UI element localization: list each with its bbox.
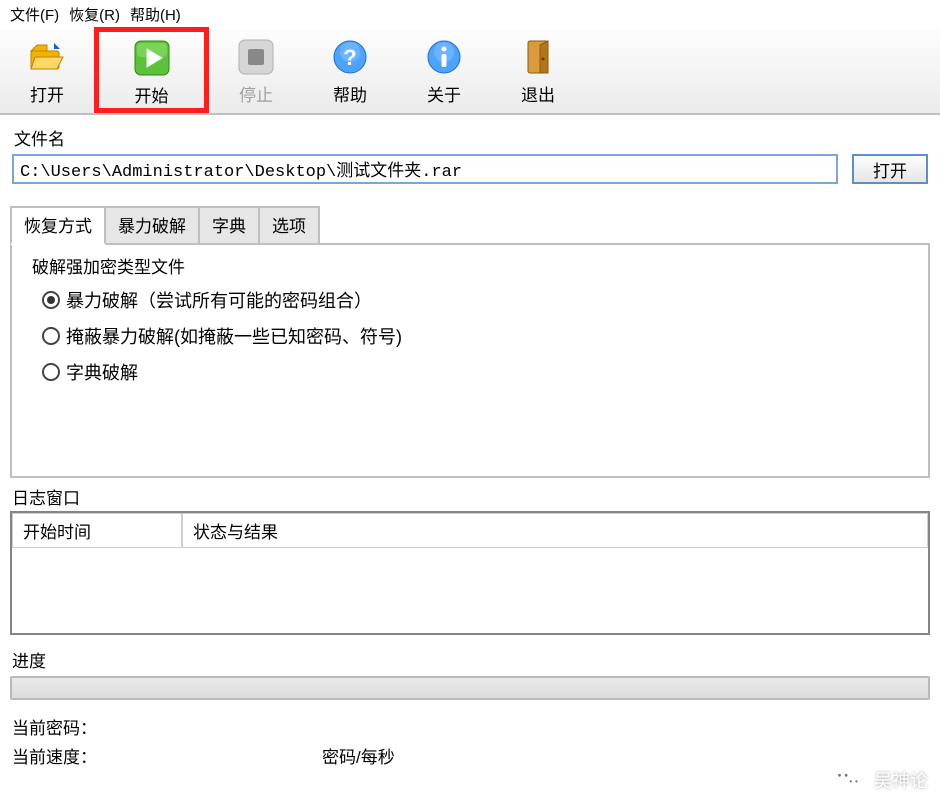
radio-brute-force[interactable]: 暴力破解（尝试所有可能的密码组合） <box>42 282 908 318</box>
radio-icon <box>42 327 60 345</box>
stop-icon <box>236 37 276 77</box>
progress-bar <box>10 676 930 700</box>
log-table: 开始时间 状态与结果 <box>10 511 930 635</box>
rate-unit-label: 密码/每秒 <box>322 743 395 768</box>
watermark-text: 吴神论 <box>874 767 928 793</box>
log-col-start-time[interactable]: 开始时间 <box>12 513 182 548</box>
radio-mask[interactable]: 掩蔽暴力破解(如掩蔽一些已知密码、符号) <box>42 318 908 354</box>
toolbar-stop-label: 停止 <box>239 81 273 106</box>
toolbar-start[interactable]: 开始 <box>94 27 209 113</box>
tabs: 恢复方式 暴力破解 字典 选项 <box>10 206 930 245</box>
radio-mask-label: 掩蔽暴力破解(如掩蔽一些已知密码、符号) <box>66 323 402 349</box>
menu-recover[interactable]: 恢复(R) <box>69 4 120 25</box>
current-password-value <box>136 717 928 737</box>
toolbar-about-label: 关于 <box>427 81 461 106</box>
tab-options[interactable]: 选项 <box>258 206 320 245</box>
tab-recovery-method[interactable]: 恢复方式 <box>10 206 106 245</box>
open-file-button[interactable]: 打开 <box>852 154 928 184</box>
info-icon <box>424 37 464 77</box>
door-exit-icon <box>518 37 558 77</box>
toolbar-stop: 停止 <box>209 31 303 111</box>
filename-label: 文件名 <box>14 125 928 150</box>
toolbar-about[interactable]: 关于 <box>397 31 491 111</box>
radio-dict-label: 字典破解 <box>66 359 138 385</box>
toolbar-help-label: 帮助 <box>333 81 367 106</box>
radio-icon <box>42 363 60 381</box>
toolbar-open-label: 打开 <box>30 81 64 106</box>
radio-icon <box>42 291 60 309</box>
current-speed-row: 当前速度： 密码/每秒 <box>10 741 930 770</box>
toolbar-open[interactable]: 打开 <box>0 31 94 111</box>
svg-text:?: ? <box>343 45 356 70</box>
toolbar-exit-label: 退出 <box>521 81 555 106</box>
tab-brute-force[interactable]: 暴力破解 <box>104 206 200 245</box>
current-password-label: 当前密码： <box>12 714 132 739</box>
menu-file[interactable]: 文件(F) <box>10 4 59 25</box>
log-body <box>12 548 928 628</box>
method-groupbox: 破解强加密类型文件 暴力破解（尝试所有可能的密码组合） 掩蔽暴力破解(如掩蔽一些… <box>22 253 918 390</box>
wechat-icon <box>832 765 864 795</box>
current-speed-label: 当前速度： <box>12 743 132 768</box>
radio-brute-label: 暴力破解（尝试所有可能的密码组合） <box>66 287 372 313</box>
watermark: 吴神论 <box>832 765 928 795</box>
help-icon: ? <box>330 37 370 77</box>
method-group-title: 破解强加密类型文件 <box>28 258 189 277</box>
filename-input[interactable] <box>12 154 838 184</box>
menubar: 文件(F) 恢复(R) 帮助(H) <box>0 0 940 29</box>
progress-title: 进度 <box>12 647 930 672</box>
open-folder-icon <box>27 37 67 77</box>
toolbar-start-label: 开始 <box>135 82 169 107</box>
tab-body: 破解强加密类型文件 暴力破解（尝试所有可能的密码组合） 掩蔽暴力破解(如掩蔽一些… <box>10 243 930 478</box>
toolbar-exit[interactable]: 退出 <box>491 31 585 111</box>
toolbar: 打开 开始 停止 ? 帮助 <box>0 29 940 115</box>
toolbar-help[interactable]: ? 帮助 <box>303 31 397 111</box>
log-window-title: 日志窗口 <box>12 484 930 509</box>
menu-help[interactable]: 帮助(H) <box>130 4 181 25</box>
tab-dictionary[interactable]: 字典 <box>198 206 260 245</box>
log-col-status-result[interactable]: 状态与结果 <box>182 513 928 548</box>
current-password-row: 当前密码： <box>10 712 930 741</box>
play-icon <box>132 38 172 78</box>
radio-dictionary[interactable]: 字典破解 <box>42 354 908 390</box>
